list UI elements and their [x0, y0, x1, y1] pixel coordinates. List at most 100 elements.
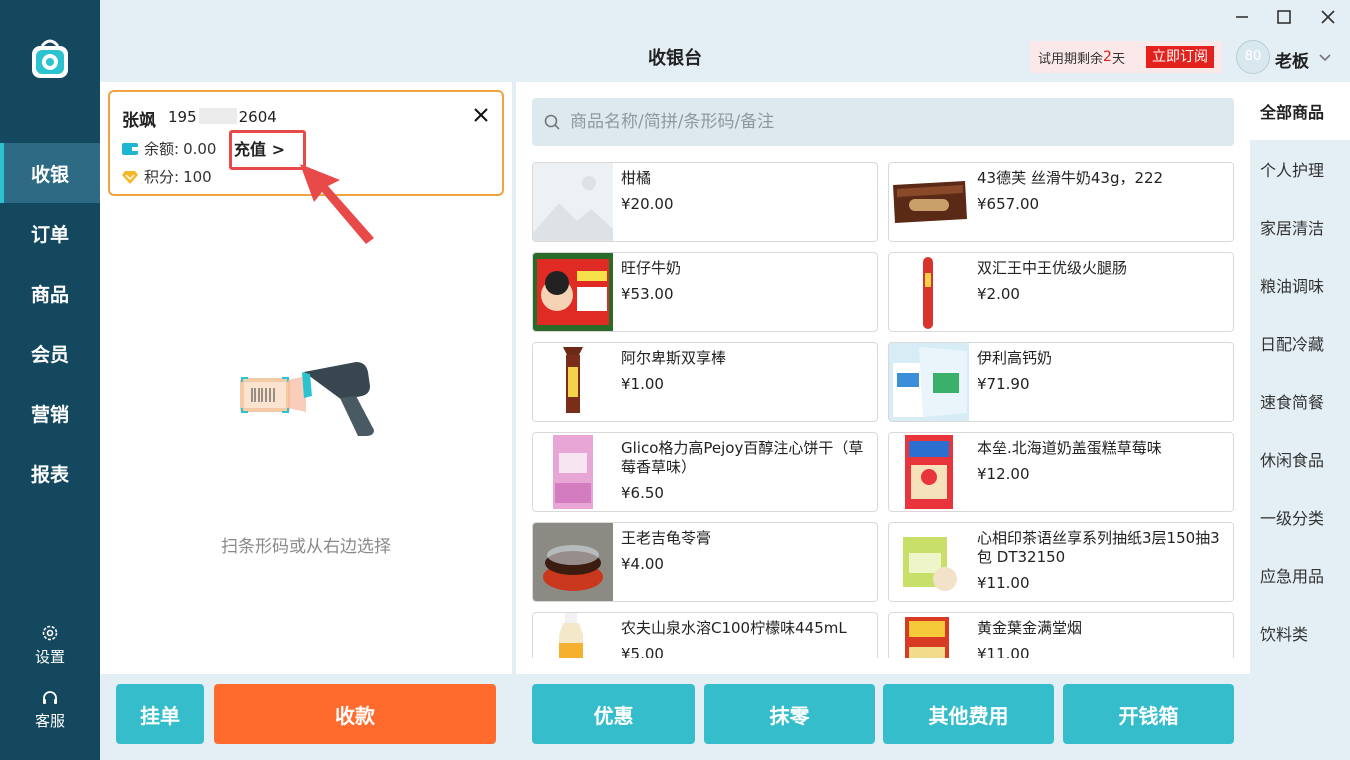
image-placeholder-icon — [533, 163, 613, 241]
settings-label: 设置 — [34, 648, 65, 666]
points-row: 积分: 100 — [122, 166, 212, 187]
maximize-icon[interactable] — [1273, 6, 1295, 28]
product-card[interactable]: 43德芙 丝滑牛奶43g，222 ¥657.00 — [888, 162, 1234, 242]
tissue-icon — [889, 523, 969, 601]
minimize-icon[interactable] — [1231, 6, 1253, 28]
product-card[interactable]: Glico格力高Pejoy百醇注心饼干（草莓香草味） ¥6.50 — [532, 432, 878, 512]
product-card[interactable]: 心相印茶语丝享系列抽纸3层150抽3包 DT32150 ¥11.00 — [888, 522, 1234, 602]
product-card[interactable]: 伊利高钙奶 ¥71.90 — [888, 342, 1234, 422]
settings-button[interactable]: 设置 — [0, 624, 100, 667]
balance-row: 余额: 0.00 — [122, 138, 216, 159]
trial-banner: 试用期剩余 2 天 立即订阅 — [1030, 41, 1222, 73]
product-name: 王老吉龟苓膏 — [621, 529, 712, 547]
member-phone: 195 2604 — [168, 108, 277, 126]
product-price: ¥20.00 — [621, 195, 674, 213]
points-label: 积分: — [144, 168, 180, 186]
product-price: ¥2.00 — [977, 285, 1020, 303]
barcode-scanner-icon — [240, 362, 374, 436]
wallet-icon — [122, 142, 138, 155]
product-name: 双汇王中王优级火腿肠 — [977, 259, 1128, 277]
product-price: ¥53.00 — [621, 285, 674, 303]
trial-days: 2 — [1103, 49, 1112, 65]
product-name: 黄金葉金满堂烟 — [977, 619, 1083, 637]
product-grid: 柑橘 ¥20.00 43德芙 丝滑牛奶43g，222 ¥657.00 旺仔牛奶 … — [532, 160, 1236, 658]
balance-label: 余额: — [144, 140, 180, 158]
product-name: 伊利高钙奶 — [977, 349, 1053, 367]
round-off-button[interactable]: 抹零 — [704, 684, 875, 744]
product-name: 心相印茶语丝享系列抽纸3层150抽3包 DT32150 — [977, 529, 1220, 566]
lollipop-icon — [533, 343, 613, 421]
service-label: 客服 — [34, 712, 65, 730]
product-card[interactable]: 王老吉龟苓膏 ¥4.00 — [532, 522, 878, 602]
product-card[interactable]: 本垒.北海道奶盖蛋糕草莓味 ¥12.00 — [888, 432, 1234, 512]
cigarette-pack-icon — [889, 613, 969, 658]
trial-suffix: 天 — [1111, 51, 1125, 67]
chevron-down-icon[interactable] — [1318, 50, 1332, 64]
trial-prefix: 试用期剩余 — [1038, 51, 1104, 67]
points-value: 100 — [183, 167, 212, 186]
category-item[interactable]: 休闲食品 — [1250, 430, 1350, 488]
product-price: ¥12.00 — [977, 465, 1030, 483]
product-price: ¥11.00 — [977, 645, 1030, 658]
nav-item-orders[interactable]: 订单 — [0, 203, 100, 263]
product-price: ¥4.00 — [621, 555, 664, 573]
product-card[interactable]: 阿尔卑斯双享棒 ¥1.00 — [532, 342, 878, 422]
product-name: 阿尔卑斯双享棒 — [621, 349, 727, 367]
customer-service-button[interactable]: 客服 — [0, 690, 100, 731]
product-card[interactable]: 旺仔牛奶 ¥53.00 — [532, 252, 878, 332]
herbal-jelly-icon — [533, 523, 613, 601]
category-item[interactable]: 速食简餐 — [1250, 372, 1350, 430]
product-card[interactable]: 农夫山泉水溶C100柠檬味445mL ¥5.00 — [532, 612, 878, 658]
product-name: 本垒.北海道奶盖蛋糕草莓味 — [977, 439, 1162, 457]
points-diamond-icon — [122, 170, 138, 184]
water-bottle-icon — [533, 613, 613, 658]
nav-item-cashier[interactable]: 收银 — [0, 143, 100, 203]
avatar[interactable]: 80 — [1236, 40, 1270, 74]
nav-item-reports[interactable]: 报表 — [0, 443, 100, 503]
left-nav: 收银 订单 商品 会员 营销 报表 设置 客服 — [0, 0, 100, 760]
category-item[interactable]: 饮料类 — [1250, 604, 1350, 662]
nav-item-members[interactable]: 会员 — [0, 323, 100, 383]
nav-item-marketing[interactable]: 营销 — [0, 383, 100, 443]
subscribe-button[interactable]: 立即订阅 — [1146, 46, 1214, 68]
product-card[interactable]: 柑橘 ¥20.00 — [532, 162, 878, 242]
nav-item-products[interactable]: 商品 — [0, 263, 100, 323]
calcium-milk-icon — [889, 343, 969, 421]
gear-icon — [42, 625, 58, 641]
close-icon[interactable] — [472, 106, 490, 124]
checkout-button[interactable]: 收款 — [214, 684, 496, 744]
open-cash-drawer-button[interactable]: 开钱箱 — [1063, 684, 1234, 744]
product-price: ¥1.00 — [621, 375, 664, 393]
product-name: 柑橘 — [621, 169, 652, 187]
category-item[interactable]: 一级分类 — [1250, 488, 1350, 546]
category-item[interactable]: 家居清洁 — [1250, 198, 1350, 256]
product-price: ¥11.00 — [977, 574, 1030, 592]
product-price: ¥657.00 — [977, 195, 1040, 213]
product-price: ¥71.90 — [977, 375, 1030, 393]
product-card[interactable]: 黄金葉金满堂烟 ¥11.00 — [888, 612, 1234, 658]
user-name[interactable]: 老板 — [1275, 47, 1309, 72]
product-name: Glico格力高Pejoy百醇注心饼干（草莓香草味） — [621, 439, 864, 476]
product-card[interactable]: 双汇王中王优级火腿肠 ¥2.00 — [888, 252, 1234, 332]
close-window-icon[interactable] — [1317, 6, 1339, 28]
wangzai-milk-icon — [533, 253, 613, 331]
category-item[interactable]: 应急用品 — [1250, 546, 1350, 604]
dove-chocolate-icon — [889, 163, 969, 241]
search-input[interactable] — [570, 112, 1170, 132]
hold-order-button[interactable]: 挂单 — [116, 684, 204, 744]
phone-mask — [198, 108, 237, 124]
category-item[interactable]: 粮油调味 — [1250, 256, 1350, 314]
category-item-all[interactable]: 全部商品 — [1250, 82, 1350, 140]
product-name: 43德芙 丝滑牛奶43g，222 — [977, 169, 1164, 187]
sausage-icon — [889, 253, 969, 331]
cake-icon — [889, 433, 969, 511]
discount-button[interactable]: 优惠 — [532, 684, 695, 744]
category-item[interactable]: 日配冷藏 — [1250, 314, 1350, 372]
app-logo-icon — [32, 39, 68, 78]
balance-value: 0.00 — [183, 139, 217, 158]
category-item[interactable]: 个人护理 — [1250, 140, 1350, 198]
product-price: ¥6.50 — [621, 484, 664, 502]
search-bar[interactable] — [532, 98, 1234, 146]
other-fees-button[interactable]: 其他费用 — [883, 684, 1054, 744]
search-icon — [544, 114, 560, 130]
